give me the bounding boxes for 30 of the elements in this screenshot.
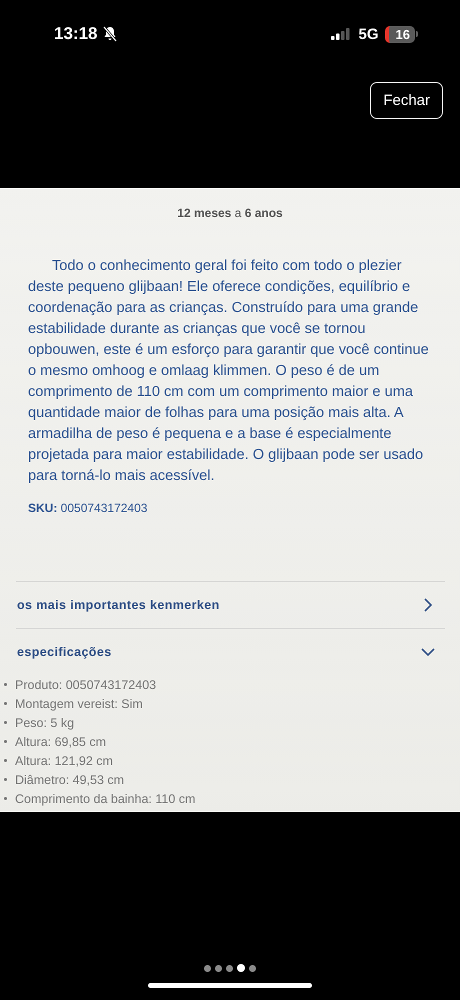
signal-icon	[330, 28, 351, 40]
page-dot[interactable]	[237, 964, 245, 972]
bell-slash-icon	[103, 26, 118, 42]
spec-item: Altura: 121,92 cm	[15, 754, 113, 768]
spec-item: Montagem vereist: Sim	[15, 696, 143, 710]
battery-icon: 16	[384, 26, 418, 42]
bullet-icon	[4, 740, 7, 743]
bullet-icon	[4, 683, 7, 686]
bullet-icon	[4, 778, 7, 781]
spec-item: Peso: 5 kg	[15, 716, 74, 730]
age-range: 12 meses a 6 anos	[176, 205, 284, 220]
page-dot[interactable]	[226, 964, 233, 972]
spec-item: Produto: 0050743172403	[15, 678, 156, 692]
bullet-icon	[4, 797, 7, 800]
status-time: 13:18	[54, 24, 98, 44]
page-dot[interactable]	[204, 964, 211, 972]
page-dot[interactable]	[215, 964, 222, 972]
sku-text: SKU: 0050743172403	[28, 501, 148, 515]
network-label: 5G	[358, 26, 379, 42]
page-dot[interactable]	[249, 964, 256, 972]
accordion-header[interactable]: os mais importantes kenmerken	[16, 582, 445, 628]
bullet-icon	[4, 702, 7, 705]
spec-item: Comprimento da bainha: 110 cm	[15, 792, 196, 806]
close-button[interactable]: Fechar	[370, 82, 443, 119]
spec-item: Altura: 69,85 cm	[15, 734, 106, 748]
bullet-icon	[4, 759, 7, 762]
accordion-header[interactable]: especificações	[16, 629, 445, 675]
product-description: Todo o conhecimento geral foi feito com todo o plezier deste pequeno glijbaan! Ele oferece condições, equilíbrio e coordenação para as crianças. Construído para uma grande estabilidade durante as crianças que você se tornou opbouwen, este é um esforço para garantir que você continue o mesmo omhoog e omlaag klimmen. O peso é de um comprimento de 110 cm com um comprimento maior e uma quantidade maior de folhas para uma posição mais alta. A armadilha de peso é pequena e a base é especialmente projetada para maior estabilidade. O glijbaan pode ser usado para torná-lo mais acessível.	[28, 257, 430, 486]
spec-item: Diâmetro: 49,53 cm	[15, 772, 124, 786]
bullet-icon	[4, 721, 7, 724]
